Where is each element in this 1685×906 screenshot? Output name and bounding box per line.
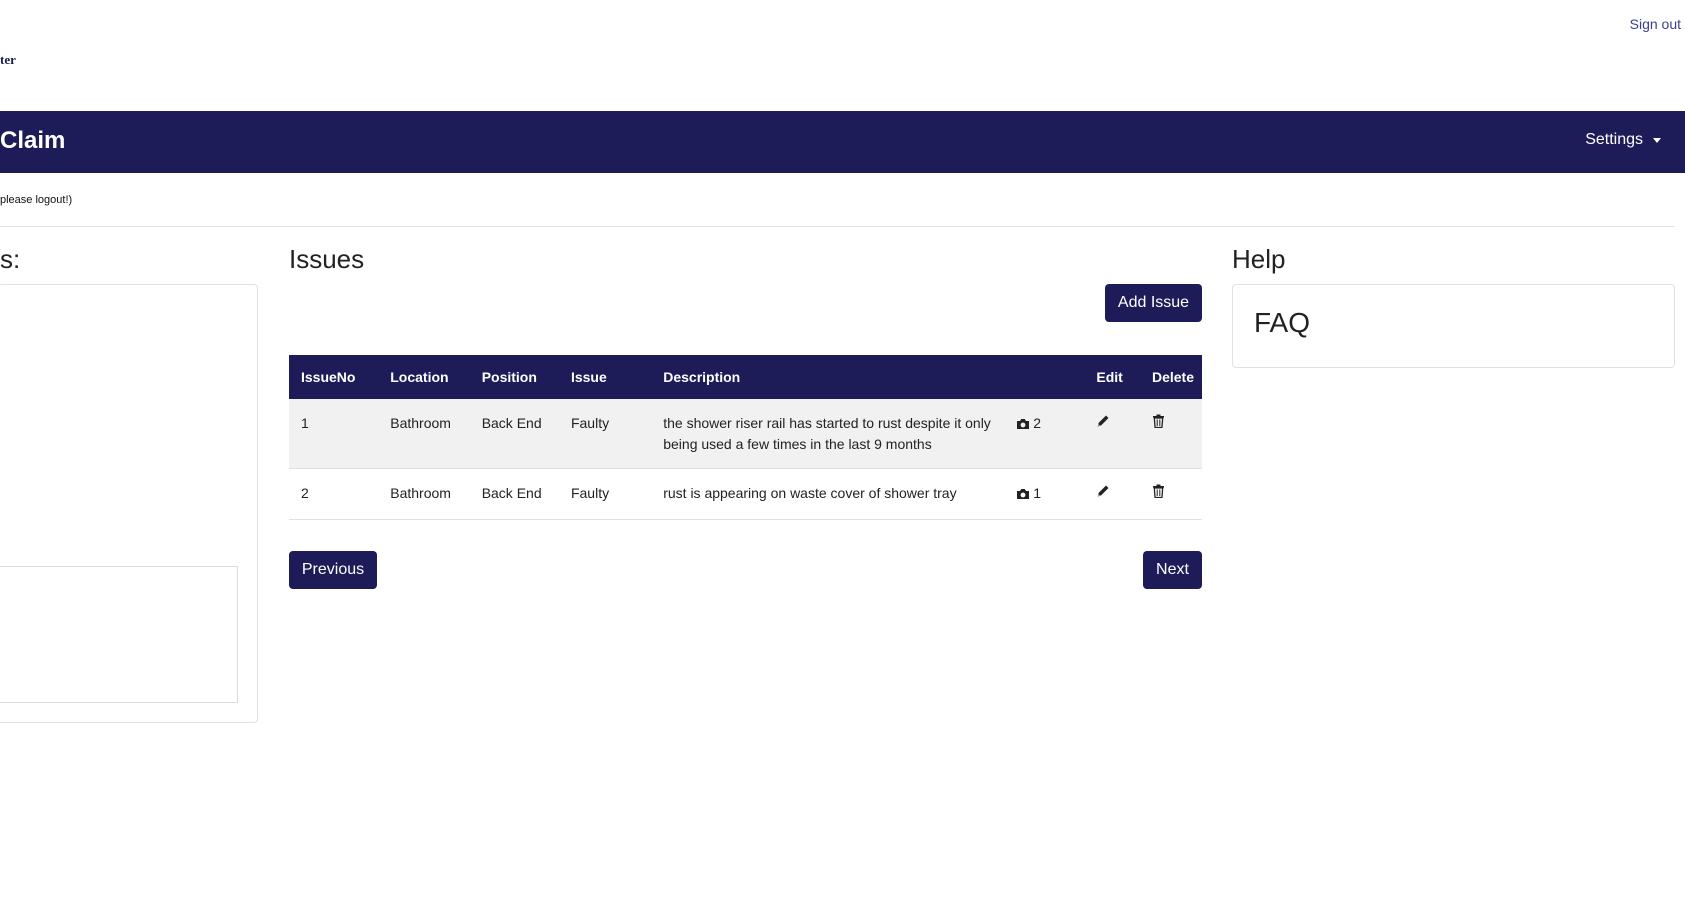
table-row: 1 Bathroom Back End Faulty the shower ri… bbox=[289, 399, 1202, 469]
cell-position: Back End bbox=[481, 485, 542, 501]
table-header-row: IssueNo Location Position Issue Descript… bbox=[289, 355, 1202, 399]
cell-delete bbox=[1140, 469, 1202, 520]
cell-description: the shower riser rail has started to rus… bbox=[663, 415, 991, 452]
photo-count: 1 bbox=[1033, 485, 1041, 501]
chevron-down-icon bbox=[1653, 137, 1661, 143]
cell-location: Bathroom bbox=[390, 485, 451, 501]
pencil-icon bbox=[1097, 485, 1109, 497]
next-button[interactable]: Next bbox=[1143, 551, 1202, 589]
delete-button[interactable] bbox=[1152, 413, 1165, 434]
column-header-location: Location bbox=[390, 369, 449, 385]
left-panel-title: s: bbox=[0, 244, 21, 274]
navbar-title[interactable]: Claim bbox=[0, 127, 65, 155]
issues-title: Issues bbox=[289, 244, 365, 274]
photo-count: 2 bbox=[1033, 415, 1041, 431]
cell-issue: Faulty bbox=[570, 485, 610, 501]
add-issue-button[interactable]: Add Issue bbox=[1105, 284, 1202, 322]
column-header-edit: Edit bbox=[1096, 369, 1123, 385]
cell-edit bbox=[1084, 399, 1140, 469]
cell-delete bbox=[1140, 399, 1202, 469]
navbar: Claim Settings bbox=[0, 111, 1685, 173]
cell-position: Back End bbox=[481, 415, 542, 431]
cell-description: rust is appearing on waste cover of show… bbox=[663, 485, 957, 501]
logout-notice: please logout!) bbox=[0, 194, 73, 206]
brand-logo-text: ter bbox=[0, 52, 16, 67]
settings-dropdown[interactable]: Settings bbox=[1585, 131, 1661, 149]
column-header-issueno: IssueNo bbox=[301, 369, 356, 385]
cell-edit bbox=[1084, 469, 1140, 520]
camera-icon bbox=[1017, 418, 1030, 429]
column-header-position: Position bbox=[481, 369, 537, 385]
cell-issue: Faulty bbox=[570, 415, 610, 431]
cell-photos[interactable]: 2 bbox=[1004, 399, 1084, 469]
trash-icon bbox=[1152, 414, 1164, 429]
cell-issueno: 1 bbox=[301, 415, 309, 431]
faq-link[interactable]: FAQ bbox=[1254, 307, 1310, 339]
help-title: Help bbox=[1232, 244, 1286, 274]
previous-button[interactable]: Previous bbox=[289, 551, 377, 589]
trash-icon bbox=[1152, 484, 1164, 499]
sign-out-link[interactable]: Sign out bbox=[1630, 16, 1681, 32]
help-card: FAQ bbox=[1232, 284, 1675, 368]
settings-label: Settings bbox=[1585, 131, 1643, 148]
camera-icon bbox=[1017, 488, 1030, 499]
cell-issueno: 2 bbox=[301, 485, 309, 501]
issues-table: IssueNo Location Position Issue Descript… bbox=[289, 355, 1202, 520]
table-row: 2 Bathroom Back End Faulty rust is appea… bbox=[289, 469, 1202, 520]
column-header-delete: Delete bbox=[1151, 369, 1194, 385]
left-panel-inner-box bbox=[0, 566, 238, 703]
edit-button[interactable] bbox=[1096, 413, 1110, 434]
delete-button[interactable] bbox=[1152, 483, 1165, 504]
column-header-photos bbox=[1004, 355, 1084, 399]
column-header-issue: Issue bbox=[570, 369, 607, 385]
edit-button[interactable] bbox=[1096, 483, 1110, 504]
cell-location: Bathroom bbox=[390, 415, 451, 431]
cell-photos[interactable]: 1 bbox=[1004, 469, 1084, 520]
pencil-icon bbox=[1097, 415, 1109, 427]
column-header-description: Description bbox=[663, 369, 741, 385]
divider bbox=[0, 226, 1675, 227]
